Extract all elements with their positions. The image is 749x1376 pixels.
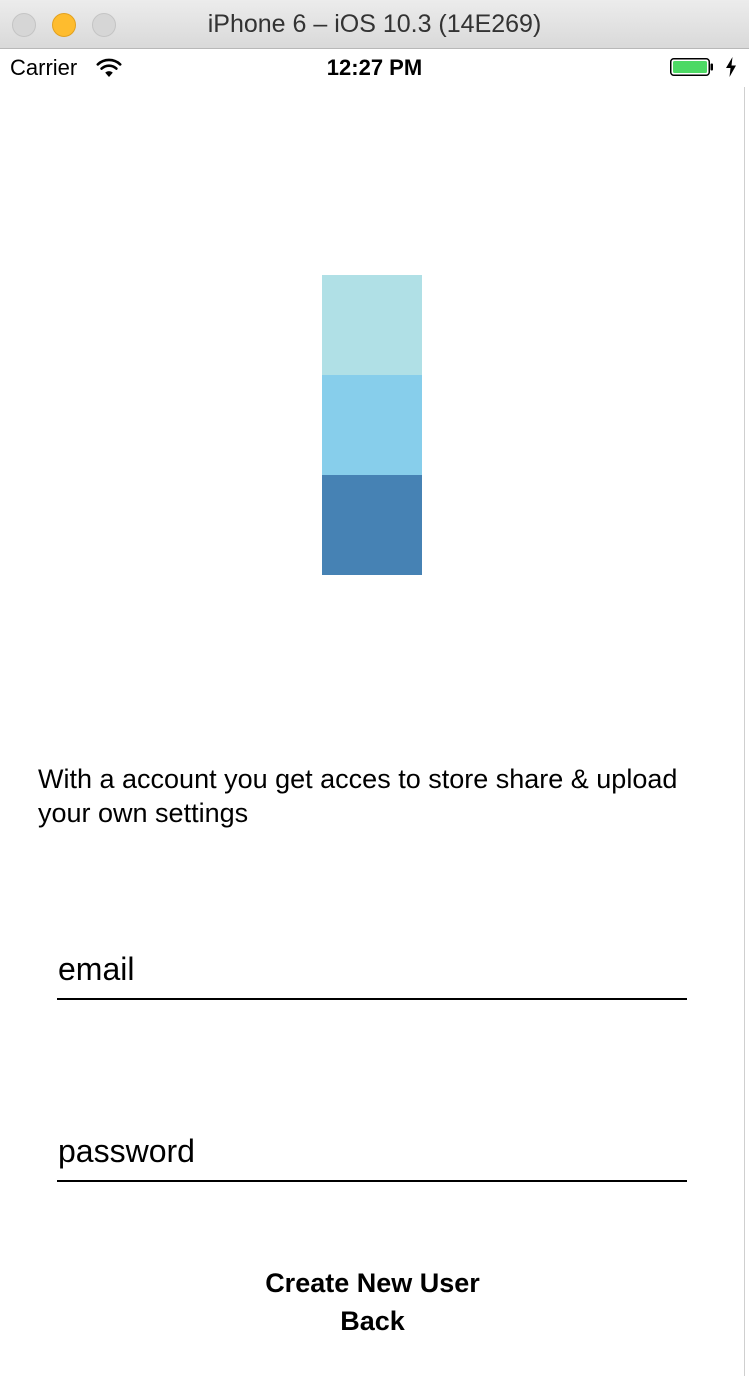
status-bar: Carrier 12:27 PM [0,49,749,87]
logo-block-medium [322,375,422,475]
window-title: iPhone 6 – iOS 10.3 (14E269) [207,10,542,38]
status-time: 12:27 PM [326,55,423,80]
battery-icon [670,58,713,76]
logo-block-light [322,275,422,375]
charging-bolt-icon [726,57,736,77]
back-button[interactable]: Back [0,1306,745,1337]
password-field[interactable] [57,1122,687,1182]
app-logo [322,275,422,575]
simulator-window: iPhone 6 – iOS 10.3 (14E269) Carrier 12:… [0,0,749,1376]
logo-block-dark [322,475,422,575]
window-edge-divider [744,87,745,1376]
email-field[interactable] [57,940,687,1000]
window-title-bar: iPhone 6 – iOS 10.3 (14E269) [0,0,749,49]
create-new-user-button[interactable]: Create New User [0,1268,745,1299]
account-description: With a account you get acces to store sh… [38,764,678,828]
